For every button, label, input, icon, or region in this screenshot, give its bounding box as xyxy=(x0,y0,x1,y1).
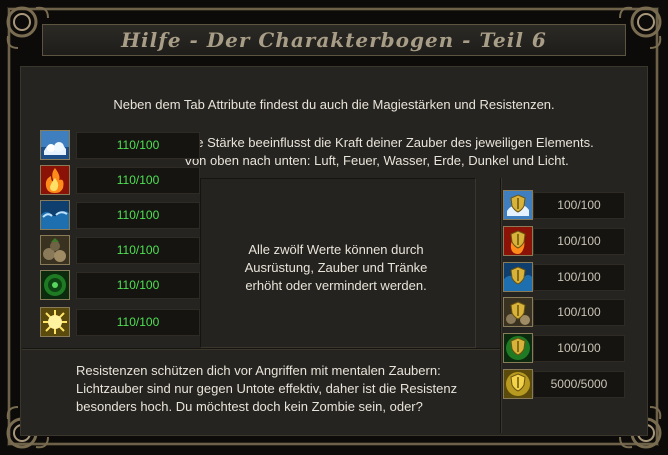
water-icon xyxy=(40,200,70,230)
strength-line-1: Die Stärke beeinflusst die Kraft deiner … xyxy=(184,135,594,150)
strength-row-air[interactable]: 110/100 xyxy=(40,130,202,160)
resistance-row-light[interactable]: 5000/5000 xyxy=(503,369,627,399)
horizontal-divider xyxy=(22,348,502,350)
center-line-3: erhöht oder vermindert werden. xyxy=(245,278,427,293)
strength-row-light[interactable]: 110/100 xyxy=(40,307,202,337)
resistance-value: 100/100 xyxy=(533,264,625,291)
air-resistance-icon xyxy=(503,190,533,220)
air-icon xyxy=(40,130,70,160)
resistance-row-fire[interactable]: 100/100 xyxy=(503,226,627,256)
help-window: Hilfe - Der Charakterbogen - Teil 6 Nebe… xyxy=(0,0,668,455)
window-title: Hilfe - Der Charakterbogen - Teil 6 xyxy=(121,28,547,52)
resistance-description: Resistenzen schützen dich vor Angriffen … xyxy=(76,362,506,416)
resistance-row-earth[interactable]: 100/100 xyxy=(503,297,627,327)
strength-row-earth[interactable]: 110/100 xyxy=(40,235,202,265)
earth-resistance-icon xyxy=(503,297,533,327)
resistance-row-air[interactable]: 100/100 xyxy=(503,190,627,220)
dark-resistance-icon xyxy=(503,333,533,363)
center-info-text: Alle zwölf Werte können durch Ausrüstung… xyxy=(208,241,464,295)
resist-line-1: Resistenzen schützen dich vor Angriffen … xyxy=(76,363,441,378)
light-resistance-icon xyxy=(503,369,533,399)
resistance-value: 100/100 xyxy=(533,192,625,219)
resist-line-2: Lichtzauber sind nur gegen Untote effekt… xyxy=(76,381,458,396)
strength-row-dark[interactable]: 110/100 xyxy=(40,270,202,300)
resistance-value: 100/100 xyxy=(533,335,625,362)
center-line-2: Ausrüstung, Zauber und Tränke xyxy=(244,260,428,275)
strength-value: 110/100 xyxy=(76,272,200,299)
strength-row-water[interactable]: 110/100 xyxy=(40,200,202,230)
strength-row-fire[interactable]: 110/100 xyxy=(40,165,202,195)
strength-value: 110/100 xyxy=(76,309,200,336)
resist-line-3: besonders hoch. Du möchtest doch kein Zo… xyxy=(76,399,423,414)
strength-value: 110/100 xyxy=(76,202,200,229)
intro-text: Neben dem Tab Attribute findest du auch … xyxy=(0,96,668,114)
strength-value: 110/100 xyxy=(76,132,200,159)
resistance-value: 100/100 xyxy=(533,228,625,255)
earth-icon xyxy=(40,235,70,265)
strength-value: 110/100 xyxy=(76,167,200,194)
strength-description: Die Stärke beeinflusst die Kraft deiner … xyxy=(184,134,644,170)
fire-resistance-icon xyxy=(503,226,533,256)
resistance-value: 100/100 xyxy=(533,299,625,326)
resistance-row-water[interactable]: 100/100 xyxy=(503,262,627,292)
center-line-1: Alle zwölf Werte können durch xyxy=(248,242,424,257)
water-resistance-icon xyxy=(503,262,533,292)
fire-icon xyxy=(40,165,70,195)
dark-icon xyxy=(40,270,70,300)
strength-line-2: Von oben nach unten: Luft, Feuer, Wasser… xyxy=(184,153,569,168)
resistance-row-dark[interactable]: 100/100 xyxy=(503,333,627,363)
intro-line: Neben dem Tab Attribute findest du auch … xyxy=(113,97,555,112)
resistance-value: 5000/5000 xyxy=(533,371,625,398)
light-icon xyxy=(40,307,70,337)
strength-value: 110/100 xyxy=(76,237,200,264)
